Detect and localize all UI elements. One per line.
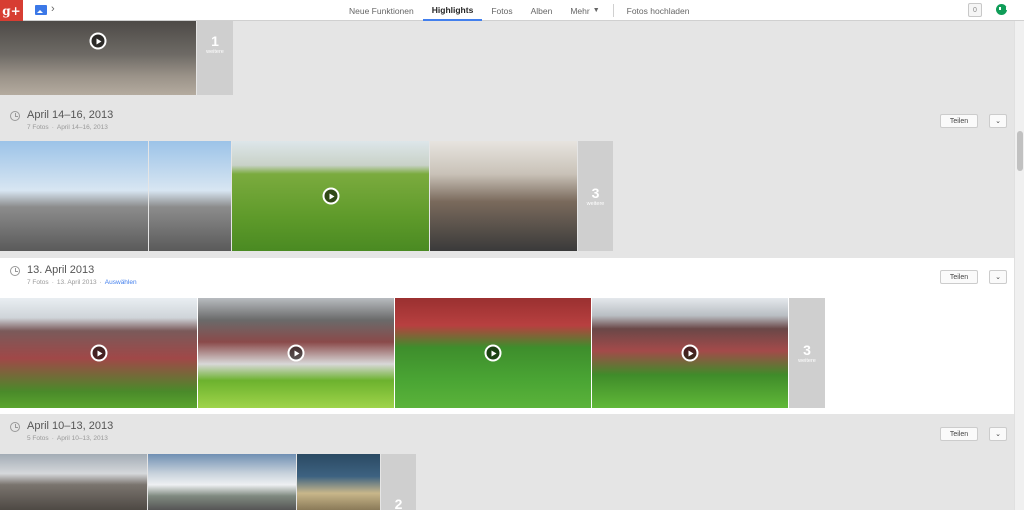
more-photos-count: 3 [803,342,811,358]
page-scrollbar[interactable] [1014,21,1024,510]
photo-thumbnail[interactable] [149,141,231,251]
section-title[interactable]: April 10–13, 2013 [27,420,113,432]
more-photos-tile[interactable]: 1 weitere [197,21,233,95]
photo-video-thumbnail[interactable] [0,21,196,95]
chevron-down-icon: ⌄ [995,431,1001,438]
section-april-10-13: April 10–13, 2013 5 Fotos · April 10–13, 2… [0,414,1014,510]
more-photos-label: weitere [586,201,605,207]
tab-highlights[interactable]: Highlights [422,0,483,21]
share-button[interactable]: Teilen [940,270,978,284]
more-photos-count: 3 [591,185,600,201]
clock-icon [10,266,20,276]
play-icon [681,344,699,362]
options-dropdown-button[interactable]: ⌄ [989,270,1007,284]
section-13-april: 13. April 2013 7 Fotos · 13. April 2013 · Au… [0,258,1014,414]
tab-fotos[interactable]: Fotos [482,0,521,21]
photos-icon[interactable] [35,5,47,15]
options-dropdown-button[interactable]: ⌄ [989,114,1007,128]
more-photos-label: weitere [798,358,816,364]
upload-photos-link[interactable]: Fotos hochladen [618,0,699,21]
photo-count: 7 Fotos [27,279,49,286]
chevron-down-icon: ⌄ [995,274,1001,281]
section-previous: 1 weitere [0,21,1014,103]
section-date: 13. April 2013 [56,279,97,286]
section-meta: 7 Fotos · April 14–16, 2013 [27,124,108,131]
section-april-14-16: April 14–16, 2013 7 Fotos · April 14–16, 2… [0,103,1014,258]
section-title[interactable]: 13. April 2013 [27,264,94,276]
photo-thumbnail[interactable] [148,454,296,510]
tab-mehr[interactable]: Mehr ▼ [561,0,608,21]
section-meta: 5 Fotos · April 10–13, 2013 [27,435,108,442]
photo-video-thumbnail[interactable] [232,141,429,251]
tab-neue-funktionen[interactable]: Neue Funktionen [340,0,423,21]
top-bar: g+ › Neue Funktionen Highlights Fotos Al… [0,0,1024,21]
play-icon [90,344,107,362]
photo-video-thumbnail[interactable] [198,298,394,408]
clock-icon [10,422,20,432]
more-photos-count: 1 [211,33,219,49]
notification-count[interactable]: 0 [968,3,982,17]
more-photos-tile[interactable]: 3 weitere [789,298,825,408]
photo-video-thumbnail[interactable] [592,298,788,408]
photo-thumbnail[interactable] [0,141,148,251]
clock-icon [10,111,20,121]
share-button[interactable]: Teilen [940,427,978,441]
play-icon [484,344,502,362]
options-dropdown-button[interactable]: ⌄ [989,427,1007,441]
hangouts-icon[interactable] [996,4,1008,15]
section-meta: 7 Fotos · 13. April 2013 · Auswählen [27,279,137,286]
nav-divider [612,4,614,17]
photo-video-thumbnail[interactable] [0,298,197,408]
photo-count: 7 Fotos [27,124,49,131]
google-plus-logo[interactable]: g+ [0,0,23,21]
more-photos-label: weitere [206,49,224,55]
tab-alben[interactable]: Alben [522,0,562,21]
more-photos-tile[interactable]: 3 weitere [578,141,613,251]
photo-count: 5 Fotos [27,435,49,442]
main-nav: Neue Funktionen Highlights Fotos Alben M… [340,0,699,21]
play-icon [322,187,339,205]
tab-mehr-label: Mehr [570,5,590,16]
section-date: April 10–13, 2013 [56,435,108,442]
scrollbar-thumb[interactable] [1017,131,1023,171]
photo-thumbnail[interactable] [297,454,380,510]
select-link[interactable]: Auswählen [105,279,137,286]
section-title[interactable]: April 14–16, 2013 [27,109,113,121]
play-icon [89,32,107,50]
share-button[interactable]: Teilen [940,114,978,128]
chevron-down-icon: ▼ [592,7,600,14]
section-date: April 14–16, 2013 [56,124,108,131]
chevron-down-icon: ⌄ [995,118,1001,125]
photo-thumbnail[interactable] [0,454,147,510]
more-photos-count: 2 [394,496,403,510]
photo-video-thumbnail[interactable] [395,298,591,408]
more-photos-tile[interactable]: 2 weitere [381,454,416,510]
play-icon [287,344,305,362]
chevron-right-icon[interactable]: › [51,3,55,15]
photo-thumbnail[interactable] [430,141,577,251]
